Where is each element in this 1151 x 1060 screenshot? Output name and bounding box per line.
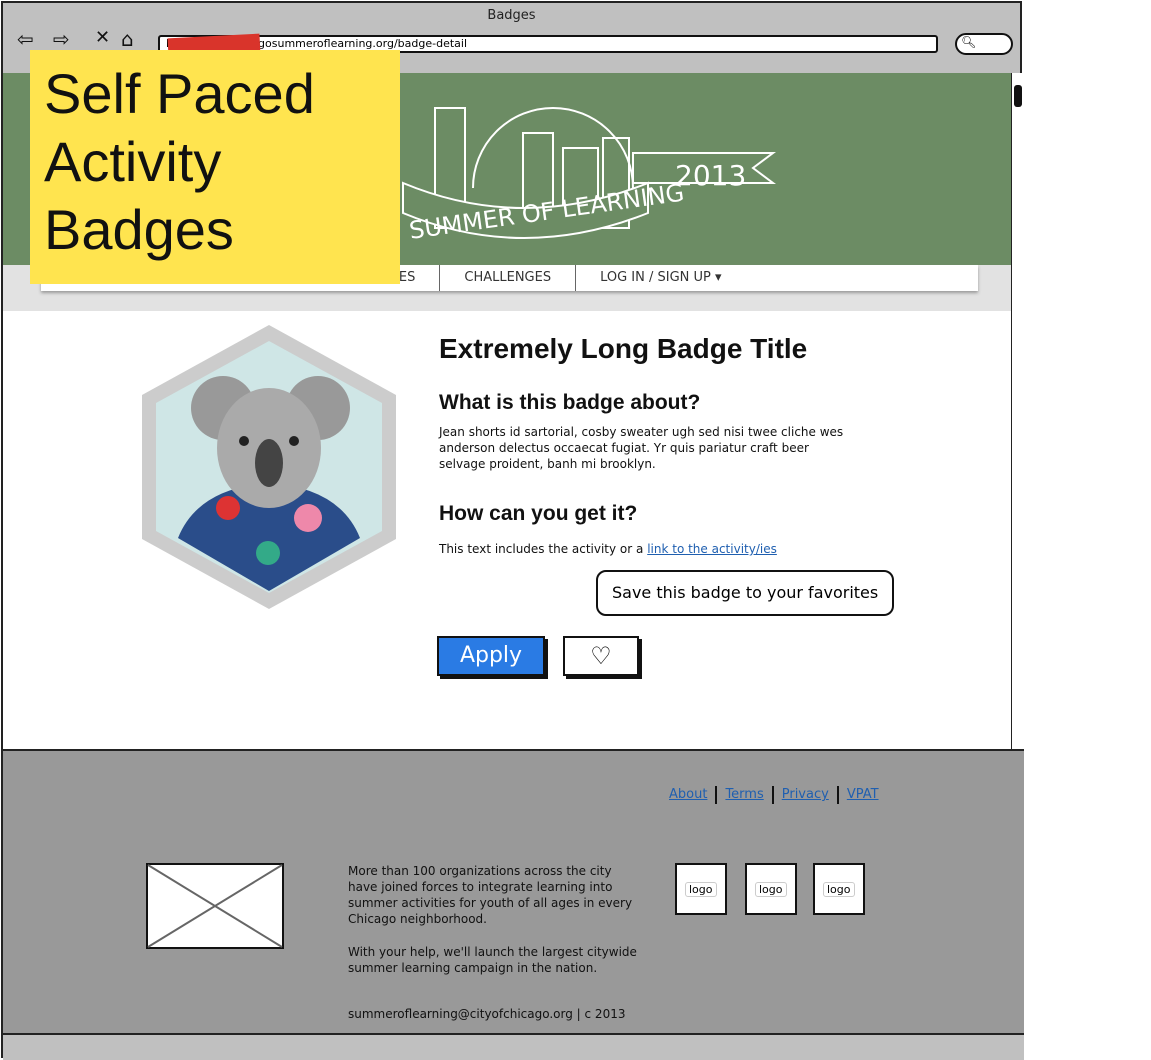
scrollbar[interactable] — [1011, 73, 1025, 750]
close-icon[interactable]: ✕ — [95, 27, 110, 48]
sticky-note: Self Paced Activity Badges — [30, 50, 400, 284]
home-icon[interactable]: ⌂ — [121, 27, 134, 51]
heart-icon: ♡ — [590, 642, 612, 670]
scrollbar-thumb[interactable] — [1014, 85, 1022, 107]
apply-button[interactable]: Apply — [437, 636, 545, 676]
logo-label: logo — [685, 882, 717, 897]
footer-link-about[interactable]: About — [669, 786, 718, 804]
how-text: This text includes the activity or a lin… — [439, 541, 849, 557]
partner-logo: logo — [813, 863, 865, 915]
activity-link[interactable]: link to the activity/ies — [647, 542, 777, 556]
how-heading: How can you get it? — [439, 502, 638, 525]
badge-image — [142, 325, 396, 609]
back-icon[interactable]: ⇦ — [17, 27, 34, 51]
favorites-tooltip: Save this badge to your favorites — [596, 570, 894, 616]
partner-logo: logo — [675, 863, 727, 915]
about-text: Jean shorts id sartorial, cosby sweater … — [439, 425, 844, 471]
footer-link-terms[interactable]: Terms — [717, 786, 774, 804]
logo-label: logo — [823, 882, 855, 897]
badge-title: Extremely Long Badge Title — [439, 333, 808, 364]
window-title: Badges — [487, 8, 536, 23]
badge-detail — [3, 311, 1011, 749]
footer-link-privacy[interactable]: Privacy — [774, 786, 839, 804]
footer-link-vpat[interactable]: VPAT — [839, 786, 887, 804]
status-bar — [3, 1033, 1024, 1060]
favorite-button[interactable]: ♡ — [563, 636, 639, 676]
footer: About Terms Privacy VPAT More than 100 o… — [3, 749, 1024, 1033]
footer-contact: summeroflearning@cityofchicago.org | c 2… — [348, 1007, 626, 1021]
footer-links: About Terms Privacy VPAT — [669, 786, 887, 804]
nav-challenges[interactable]: CHALLENGES — [440, 265, 577, 291]
partner-logo: logo — [745, 863, 797, 915]
about-heading: What is this badge about? — [439, 391, 701, 414]
footer-text-1: More than 100 organizations across the c… — [348, 864, 633, 926]
logo-label: logo — [755, 882, 787, 897]
forward-icon[interactable]: ⇨ — [53, 27, 70, 51]
svg-text:2013: 2013 — [675, 159, 746, 192]
footer-text-2: With your help, we'll launch the largest… — [348, 945, 637, 975]
search-button[interactable]: 🔍︎ — [955, 33, 1013, 55]
search-icon: 🔍︎ — [961, 35, 977, 49]
how-text-body: This text includes the activity or a — [439, 542, 648, 556]
image-placeholder — [146, 863, 284, 949]
nav-login[interactable]: LOG IN / SIGN UP ▾ — [576, 265, 745, 291]
